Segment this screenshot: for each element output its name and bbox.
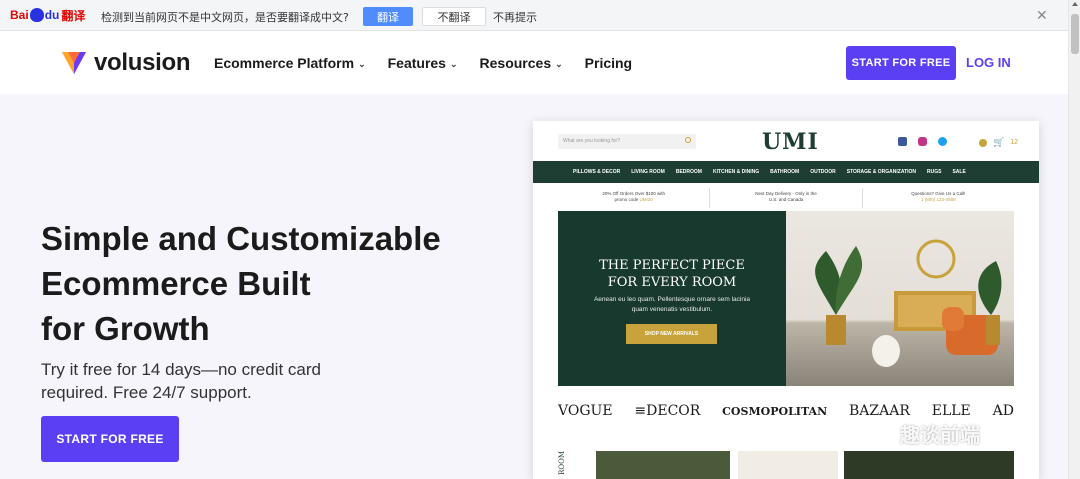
- promo-text: U.S. and Canada: [768, 197, 804, 202]
- close-icon[interactable]: ✕: [1036, 7, 1048, 24]
- nav-label: Ecommerce Platform: [214, 55, 355, 71]
- preview-hero-title-line: THE PERFECT PIECE: [599, 258, 745, 273]
- press-logo: AD: [992, 403, 1014, 419]
- hero-start-free-button[interactable]: START FOR FREE: [41, 416, 179, 462]
- promo-text: promo code: [614, 197, 639, 202]
- press-logo: VOGUE: [558, 403, 613, 419]
- preview-search-input: What are you looking for?: [558, 134, 696, 149]
- login-link[interactable]: LOG IN: [966, 55, 1011, 70]
- volusion-logo-icon: [62, 52, 86, 74]
- chevron-down-icon: ⌄: [555, 58, 563, 69]
- preview-hero-banner: THE PERFECT PIECE FOR EVERY ROOM Aenean …: [558, 211, 786, 386]
- preview-nav-item: BATHROOM: [770, 169, 800, 175]
- scrollbar[interactable]: [1068, 0, 1080, 479]
- preview-nav-item: PILLOWS & DECOR: [573, 169, 621, 175]
- nav-pricing[interactable]: Pricing: [585, 55, 632, 71]
- preview-promo: Questions? Give Us a Call! 1 (800) 123-4…: [863, 188, 1014, 208]
- preview-shop-button: SHOP NEW ARRIVALS: [626, 324, 717, 344]
- hero-title-line: Simple and Customizable: [41, 220, 441, 257]
- promo-code: UMI20: [639, 197, 653, 202]
- logo-fanyi: 翻译: [61, 8, 86, 23]
- preview-nav-item: SALE: [952, 169, 966, 175]
- baidu-paw-icon: [29, 8, 44, 22]
- watermark: 趣谈前端: [900, 423, 980, 447]
- hero-title-line: for Growth: [41, 310, 210, 347]
- chevron-down-icon: ⌄: [358, 58, 366, 69]
- promo-text: Next Day Delivery - Only in the: [755, 191, 817, 196]
- press-logo: ≡DECOR: [634, 403, 701, 419]
- preview-hero-title-line: FOR EVERY ROOM: [607, 275, 737, 290]
- preview-nav: PILLOWS & DECOR LIVING ROOM BEDROOM KITC…: [533, 161, 1039, 183]
- translate-message: 检测到当前网页不是中文网页，是否要翻译成中文?: [101, 11, 349, 24]
- hero-title-line: Ecommerce Built: [41, 265, 311, 302]
- room-illustration: [815, 239, 1002, 367]
- preview-user-cart: 🛒 12: [979, 137, 1018, 148]
- promo-text: 20% Off Orders Over $100 with: [602, 191, 666, 196]
- translate-button[interactable]: 翻译: [363, 7, 413, 26]
- nav-label: Resources: [479, 55, 552, 71]
- preview-tile: [738, 451, 838, 479]
- scroll-thumb[interactable]: [1071, 14, 1079, 54]
- nav-features[interactable]: Features ⌄: [388, 55, 458, 71]
- never-show-link[interactable]: 不再提示: [493, 9, 537, 25]
- preview-tile: [596, 451, 730, 479]
- preview-nav-item: RUGS: [927, 169, 942, 175]
- cart-icon: 🛒: [993, 137, 1005, 147]
- preview-nav-item: OUTDOOR: [810, 169, 836, 175]
- preview-bottom-row: ROOM: [558, 451, 1014, 479]
- nav-ecommerce-platform[interactable]: Ecommerce Platform ⌄: [214, 55, 366, 71]
- baidu-translate-logo: Bai du 翻译: [10, 6, 85, 24]
- search-icon: [685, 137, 691, 143]
- twitter-icon: [938, 137, 947, 146]
- preview-social-icons: [898, 137, 947, 146]
- preview-hero-title: THE PERFECT PIECE FOR EVERY ROOM: [558, 257, 786, 291]
- preview-nav-item: KITCHEN & DINING: [712, 169, 760, 175]
- nav-label: Features: [387, 55, 446, 71]
- preview-search-placeholder: What are you looking for?: [563, 138, 620, 144]
- logo-bai: Bai: [10, 8, 29, 22]
- site-header: volusion Ecommerce Platform ⌄ Features ⌄…: [0, 31, 1068, 94]
- press-logo: ELLE: [931, 403, 971, 419]
- preview-nav-item: STORAGE & ORGANIZATION: [846, 169, 917, 175]
- promo-phone: 1 (800) 123-4568: [921, 197, 956, 202]
- scroll-up-arrow-icon[interactable]: [1072, 2, 1078, 6]
- user-icon: [979, 138, 987, 147]
- preview-press-logos: VOGUE ≡DECOR COSMOPOLITAN BAZAAR ELLE AD: [558, 403, 1014, 419]
- nav-resources[interactable]: Resources ⌄: [480, 55, 563, 71]
- preview-room-photo: [786, 211, 1014, 386]
- facebook-icon: [898, 137, 907, 146]
- logo-du: du: [44, 8, 60, 22]
- translate-bar: Bai du 翻译 检测到当前网页不是中文网页，是否要翻译成中文? 翻译 不翻译…: [0, 0, 1068, 31]
- preview-nav-item: LIVING ROOM: [631, 169, 665, 175]
- preview-tile: [844, 451, 1014, 479]
- preview-side-text: ROOM: [558, 451, 566, 475]
- instagram-icon: [918, 137, 927, 146]
- preview-promo-strip: 20% Off Orders Over $100 with promo code…: [558, 188, 1014, 208]
- cart-count: 12: [1010, 139, 1019, 146]
- no-translate-button[interactable]: 不翻译: [422, 7, 486, 26]
- preview-promo: 20% Off Orders Over $100 with promo code…: [558, 188, 711, 208]
- promo-text: Questions? Give Us a Call!: [911, 191, 966, 196]
- hero-subtitle: Try it free for 14 days—no credit card r…: [41, 360, 321, 402]
- preview-promo: Next Day Delivery - Only in the U.S. and…: [710, 188, 863, 208]
- header-start-free-button[interactable]: START FOR FREE: [846, 46, 956, 80]
- preview-nav-item: BEDROOM: [675, 169, 702, 175]
- hero-title: Simple and Customizable Ecommerce Built …: [41, 216, 501, 351]
- logo-text: volusion: [94, 49, 191, 76]
- press-logo: BAZAAR: [848, 403, 910, 419]
- main-nav: Ecommerce Platform ⌄ Features ⌄ Resource…: [214, 55, 632, 71]
- nav-label: Pricing: [584, 55, 633, 71]
- preview-brand: UMI: [762, 129, 819, 155]
- chevron-down-icon: ⌄: [449, 58, 458, 69]
- press-logo: COSMOPOLITAN: [722, 405, 828, 418]
- volusion-logo[interactable]: volusion: [62, 49, 191, 77]
- preview-hero-desc: Aenean eu leo quam. Pellentesque ornare …: [593, 296, 751, 313]
